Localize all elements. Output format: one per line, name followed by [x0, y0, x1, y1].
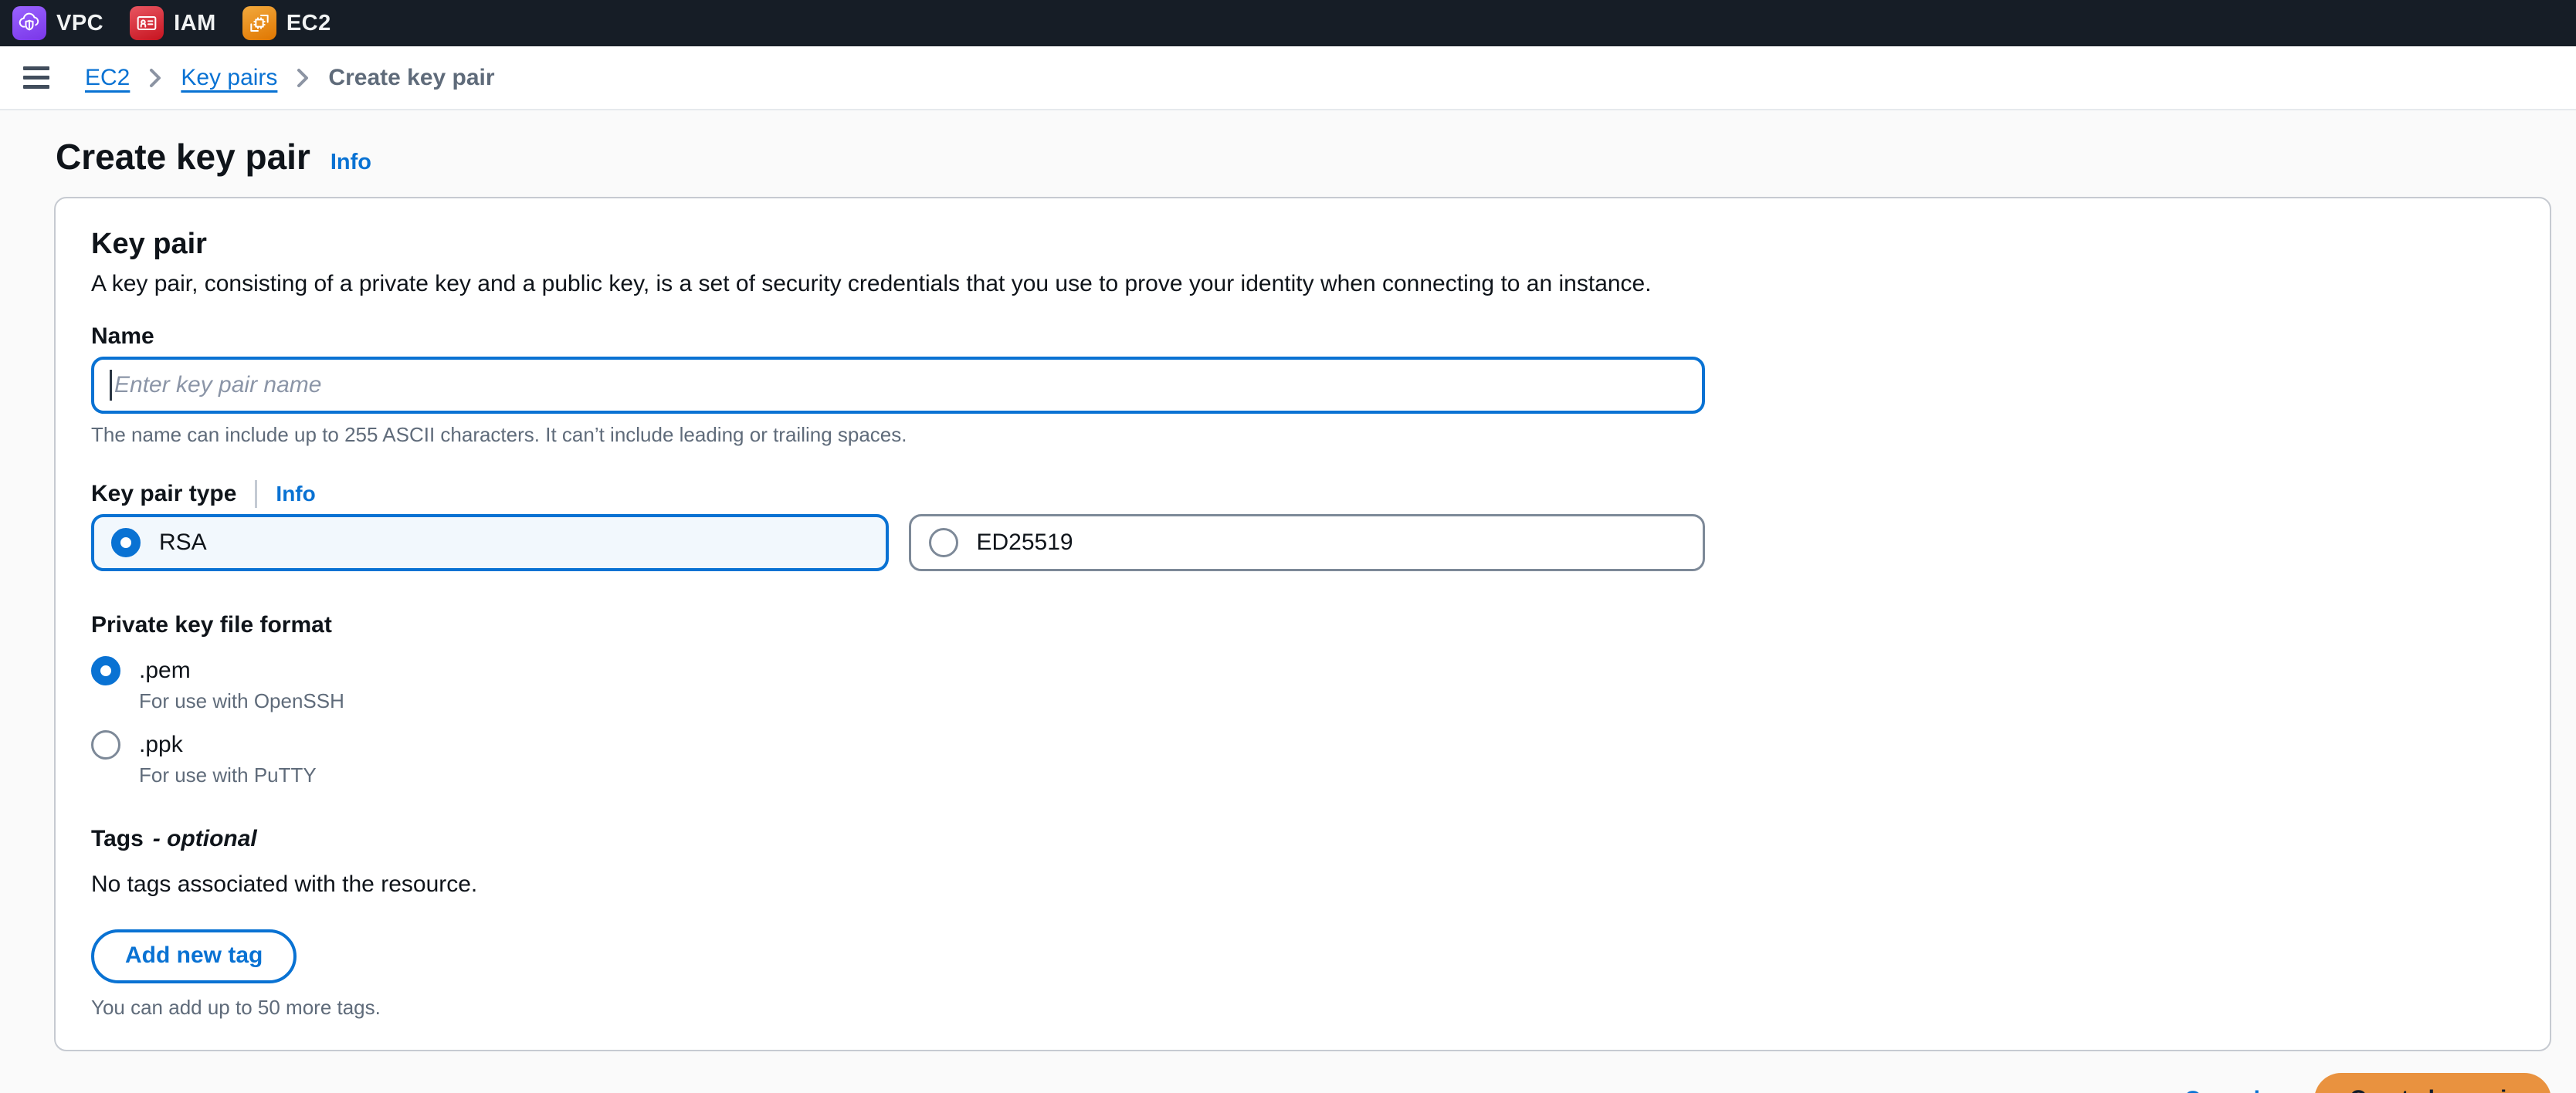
key-pair-type-option-rsa[interactable]: RSA [91, 514, 889, 571]
file-format-option-pem[interactable]: .pem [91, 656, 2514, 685]
key-pair-type-info-link[interactable]: Info [276, 482, 315, 506]
file-format-label: Private key file format [91, 611, 2514, 639]
favorite-iam[interactable]: IAM [130, 6, 229, 40]
hamburger-menu-icon[interactable] [23, 66, 49, 89]
tags-label: Tags [91, 824, 144, 854]
section-description: A key pair, consisting of a private key … [91, 270, 2514, 298]
radio-selected-icon[interactable] [91, 656, 120, 685]
file-format-option-label: .ppk [139, 730, 183, 760]
create-key-pair-button[interactable]: Create key pair [2314, 1073, 2551, 1093]
key-pair-name-input[interactable] [91, 357, 1705, 414]
name-constraint-text: The name can include up to 255 ASCII cha… [91, 423, 2514, 446]
chevron-right-icon [148, 67, 162, 89]
radio-unselected-icon[interactable] [91, 730, 120, 760]
form-actions: Cancel Create key pair [54, 1073, 2551, 1093]
breadcrumb-link-key-pairs[interactable]: Key pairs [181, 65, 277, 91]
file-format-option-description: For use with PuTTY [139, 763, 2514, 787]
tags-empty-text: No tags associated with the resource. [91, 871, 2514, 898]
ec2-service-icon [242, 6, 276, 40]
chevron-right-icon [296, 67, 310, 89]
key-pair-type-option-label: ED25519 [977, 530, 1073, 556]
favorite-ec2-label: EC2 [286, 11, 331, 36]
main-content: Create key pair Info Key pair A key pair… [0, 110, 2576, 1093]
breadcrumb-link-ec2[interactable]: EC2 [85, 65, 130, 91]
breadcrumb: EC2 Key pairs Create key pair [85, 65, 495, 91]
text-cursor [110, 370, 112, 401]
favorite-vpc[interactable]: VPC [12, 6, 116, 40]
favorites-bar: VPC IAM [0, 0, 2576, 46]
name-field-label: Name [91, 323, 2514, 350]
file-format-option-description: For use with OpenSSH [139, 689, 2514, 713]
section-title: Key pair [91, 227, 2514, 261]
favorite-ec2[interactable]: EC2 [242, 6, 344, 40]
tags-optional-label: - optional [153, 826, 257, 852]
vpc-service-icon [12, 6, 46, 40]
radio-selected-icon[interactable] [111, 528, 141, 557]
file-format-option-ppk[interactable]: .ppk [91, 730, 2514, 760]
favorite-iam-label: IAM [174, 11, 216, 36]
tags-limit-text: You can add up to 50 more tags. [91, 996, 2514, 1019]
file-format-option-label: .pem [139, 656, 191, 685]
add-new-tag-button[interactable]: Add new tag [91, 929, 297, 983]
key-pair-type-label: Key pair type [91, 480, 236, 508]
page-info-link[interactable]: Info [330, 150, 371, 175]
radio-unselected-icon[interactable] [929, 528, 958, 557]
key-pair-form-card: Key pair A key pair, consisting of a pri… [54, 197, 2551, 1051]
breadcrumb-bar: EC2 Key pairs Create key pair [0, 46, 2576, 110]
favorite-vpc-label: VPC [56, 11, 103, 36]
label-divider [255, 480, 257, 508]
key-pair-type-option-label: RSA [159, 530, 207, 556]
iam-service-icon [130, 6, 164, 40]
cancel-button[interactable]: Cancel [2184, 1087, 2259, 1093]
page-title: Create key pair [56, 137, 310, 177]
key-pair-type-option-ed25519[interactable]: ED25519 [909, 514, 1706, 571]
breadcrumb-current: Create key pair [328, 65, 494, 91]
